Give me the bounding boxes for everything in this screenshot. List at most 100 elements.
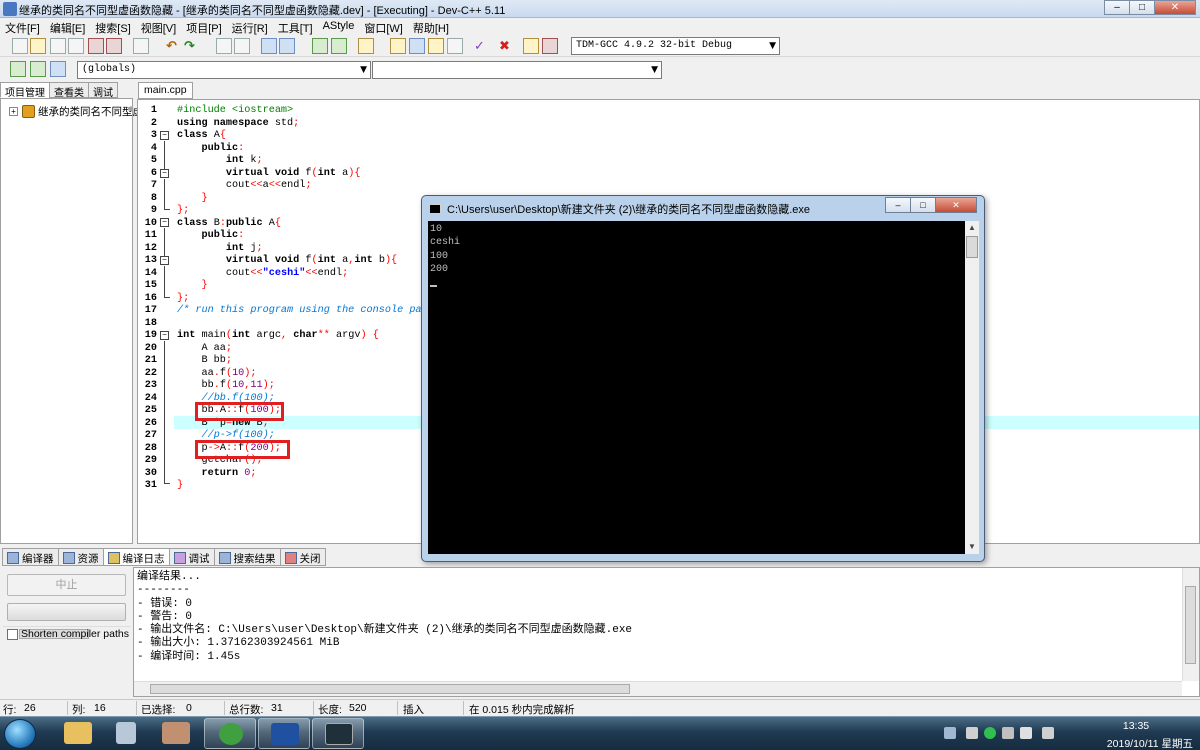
menu-astyle[interactable]: AStyle (318, 18, 360, 35)
syntax-check-icon[interactable]: ✓ (474, 38, 485, 54)
replace-icon[interactable] (234, 38, 250, 54)
stop-button[interactable]: 中止 (7, 574, 126, 596)
open-file-icon[interactable] (30, 38, 46, 54)
console-scrollbar[interactable]: ▲ ▼ (965, 221, 979, 554)
action-center-icon[interactable] (1002, 727, 1014, 739)
maximize-button[interactable]: □ (1129, 0, 1155, 15)
scope-select[interactable]: (globals) ▼ (77, 61, 371, 79)
console-output: 10 ceshi 100 200 (430, 224, 461, 276)
fold-minus-icon[interactable]: − (160, 131, 169, 140)
expand-icon[interactable]: + (9, 107, 18, 116)
redo-icon[interactable]: ↷ (184, 38, 195, 54)
toggle-bookmark-icon[interactable] (30, 61, 46, 77)
taskbar-explorer[interactable] (52, 718, 104, 749)
fold-minus-icon[interactable]: − (160, 256, 169, 265)
indent-icon[interactable] (261, 38, 277, 54)
code-line: class B:public A{ (177, 217, 281, 229)
taskbar-browser[interactable] (204, 718, 256, 749)
compile-icon[interactable] (390, 38, 406, 54)
taskbar-calculator[interactable] (100, 718, 152, 749)
tab-compiler[interactable]: 编译器 (2, 548, 59, 566)
new-file-icon[interactable] (12, 38, 28, 54)
volume-icon[interactable] (1020, 727, 1032, 739)
tab-close[interactable]: 关闭 (279, 548, 326, 566)
scroll-up-icon[interactable]: ▲ (965, 221, 979, 235)
keyboard-icon[interactable] (944, 727, 956, 739)
line-number: 5 (150, 155, 157, 166)
start-button[interactable] (4, 719, 36, 749)
goto-right-icon[interactable] (331, 38, 347, 54)
compiler-select[interactable]: TDM-GCC 4.9.2 32-bit Debug ▼ (571, 37, 780, 55)
tab-main-cpp[interactable]: main.cpp (138, 82, 193, 99)
tab-project[interactable]: 项目管理 (0, 82, 50, 99)
horizontal-scrollbar[interactable] (134, 681, 1182, 696)
checkbox-box[interactable] (7, 628, 18, 640)
goto-bookmark-icon[interactable] (50, 61, 66, 77)
stop-execution-icon[interactable]: ✖ (499, 38, 510, 54)
insert-icon[interactable] (10, 61, 26, 77)
network-icon[interactable] (984, 727, 996, 739)
member-select[interactable]: ▼ (372, 61, 662, 79)
console-minimize-button[interactable]: – (885, 197, 911, 213)
tab-compile-log[interactable]: 编译日志 (102, 548, 170, 566)
menu-tools[interactable]: 工具[T] (273, 18, 318, 35)
profile-icon[interactable] (523, 38, 539, 54)
compile-run-icon[interactable] (428, 38, 444, 54)
shorten-paths-checkbox[interactable]: Shorten compiler paths (7, 628, 129, 640)
clock-time[interactable]: 13:35 (1086, 720, 1186, 732)
menu-search[interactable]: 搜索[S] (90, 18, 135, 35)
menu-file[interactable]: 文件[F] (0, 18, 45, 35)
fold-minus-icon[interactable]: − (160, 331, 169, 340)
compile-log[interactable]: 编译结果... -------- - 错误: 0 - 警告: 0 - 输出文件名… (133, 567, 1200, 697)
console-maximize-button[interactable]: □ (910, 197, 936, 213)
save-all-icon[interactable] (68, 38, 84, 54)
tab-debug-bottom[interactable]: 调试 (168, 548, 215, 566)
menu-help[interactable]: 帮助[H] (408, 18, 454, 35)
menu-bar: 文件[F] 编辑[E] 搜索[S] 视图[V] 项目[P] 运行[R] 工具[T… (0, 18, 1200, 35)
menu-window[interactable]: 窗口[W] (359, 18, 408, 35)
minimize-button[interactable]: – (1104, 0, 1130, 15)
scroll-down-icon[interactable]: ▼ (965, 540, 979, 554)
run-icon[interactable] (409, 38, 425, 54)
rebuild-icon[interactable] (447, 38, 463, 54)
fold-minus-icon[interactable]: − (160, 169, 169, 178)
taskbar-devcpp[interactable] (258, 718, 310, 749)
taskbar-console[interactable] (312, 718, 364, 749)
check-icon (173, 552, 186, 564)
clock-date[interactable]: 2019/10/11 星期五 (1107, 736, 1193, 750)
find-icon[interactable] (216, 38, 232, 54)
tab-resources[interactable]: 资源 (57, 548, 104, 566)
close-file-icon[interactable] (88, 38, 104, 54)
tab-debug[interactable]: 调试 (88, 82, 118, 99)
delete-profile-icon[interactable] (542, 38, 558, 54)
window-controls: – □ ✕ (1104, 0, 1196, 16)
menu-view[interactable]: 视图[V] (136, 18, 181, 35)
menu-edit[interactable]: 编辑[E] (45, 18, 90, 35)
undo-icon[interactable]: ↶ (166, 38, 177, 54)
console-window[interactable]: C:\Users\user\Desktop\新建文件夹 (2)\继承的类同名不同… (421, 195, 985, 562)
close-all-icon[interactable] (106, 38, 122, 54)
menu-run[interactable]: 运行[R] (227, 18, 273, 35)
taskbar-app3[interactable] (150, 718, 202, 749)
code-line: }; (177, 205, 190, 216)
goto-left-icon[interactable] (312, 38, 328, 54)
bookmark-icon[interactable] (358, 38, 374, 54)
input-method-icon[interactable] (1042, 727, 1054, 739)
menu-project[interactable]: 项目[P] (181, 18, 226, 35)
unindent-icon[interactable] (279, 38, 295, 54)
scrollbar-thumb[interactable] (150, 684, 630, 694)
scrollbar-thumb[interactable] (1185, 586, 1196, 664)
code-line: using namespace std; (177, 117, 300, 129)
expand-tray-icon[interactable] (966, 727, 978, 739)
vertical-scrollbar[interactable] (1182, 568, 1199, 681)
fold-minus-icon[interactable]: − (160, 218, 169, 227)
print-icon[interactable] (133, 38, 149, 54)
console-close-button[interactable]: ✕ (935, 197, 977, 213)
window-title: 继承的类同名不同型虚函数隐藏 - [继承的类同名不同型虚函数隐藏.dev] - … (19, 5, 506, 17)
close-button[interactable]: ✕ (1154, 0, 1196, 15)
tab-classes[interactable]: 查看类 (49, 82, 89, 99)
console-screen[interactable]: 10 ceshi 100 200 (428, 221, 965, 554)
scrollbar-thumb[interactable] (966, 236, 978, 258)
tab-search-results[interactable]: 搜索结果 (213, 548, 281, 566)
save-icon[interactable] (50, 38, 66, 54)
